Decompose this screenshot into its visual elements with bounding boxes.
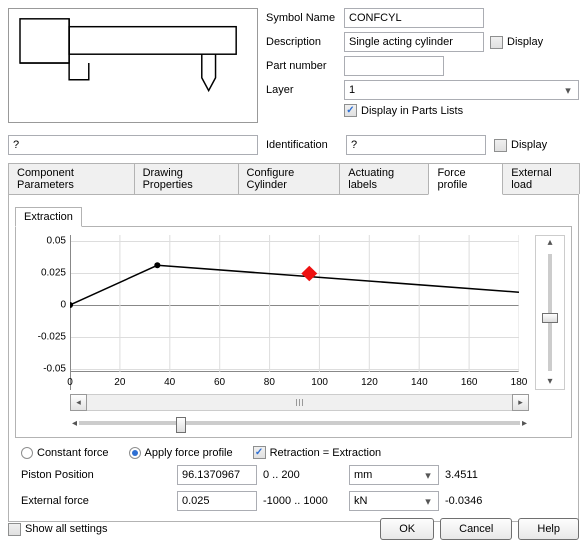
show-all-label: Show all settings — [25, 523, 108, 535]
label-identification: Identification — [266, 139, 338, 151]
constant-force-label: Constant force — [37, 447, 109, 459]
help-button[interactable]: Help — [518, 518, 579, 540]
piston-unit-select[interactable]: mm ▾ — [349, 465, 439, 485]
piston-position-range: 0 .. 200 — [263, 469, 343, 481]
scroll-right-icon[interactable]: ▸ — [512, 394, 529, 411]
ok-button[interactable]: OK — [380, 518, 434, 540]
piston-position-input[interactable] — [177, 465, 257, 485]
part-number-input[interactable] — [344, 56, 444, 76]
cancel-button[interactable]: Cancel — [440, 518, 512, 540]
label-piston-position: Piston Position — [21, 469, 171, 481]
label-description: Description — [266, 36, 338, 48]
description-input[interactable] — [344, 32, 484, 52]
scroll-track[interactable] — [87, 394, 512, 411]
symbol-preview — [8, 8, 258, 123]
label-layer: Layer — [266, 84, 338, 96]
display-parts-checkbox[interactable] — [344, 104, 357, 117]
description-display-checkbox[interactable] — [490, 36, 503, 49]
apply-profile-label: Apply force profile — [145, 447, 233, 459]
vertical-zoom-slider[interactable]: ▴ ▾ — [535, 235, 565, 390]
identification-left-input[interactable]: ? — [8, 135, 258, 155]
label-part-number: Part number — [266, 60, 338, 72]
description-display-label: Display — [507, 36, 543, 48]
symbol-name-input[interactable] — [344, 8, 484, 28]
properties-form: Symbol Name Description Display Part num… — [266, 8, 579, 123]
chevron-down-icon: ▾ — [421, 495, 435, 508]
tab-force-profile[interactable]: Force profile — [428, 163, 503, 195]
external-force-range: -1000 .. 1000 — [263, 495, 343, 507]
chevron-down-icon: ▾ — [421, 469, 435, 482]
retraction-eq-label: Retraction = Extraction — [270, 447, 382, 459]
main-tabs: Component Parameters Drawing Properties … — [8, 163, 579, 195]
tab-drawing-properties[interactable]: Drawing Properties — [134, 163, 239, 194]
horizontal-zoom-slider[interactable]: ◂ ▸ — [70, 415, 529, 431]
display-parts-label: Display in Parts Lists — [361, 105, 463, 117]
layer-select[interactable]: 1 ▾ — [344, 80, 579, 100]
arrow-right-icon[interactable]: ▸ — [520, 418, 529, 429]
label-symbol-name: Symbol Name — [266, 12, 338, 24]
tab-actuating-labels[interactable]: Actuating labels — [339, 163, 429, 194]
show-all-checkbox[interactable] — [8, 523, 21, 536]
sub-tabs: Extraction — [15, 207, 572, 227]
layer-value: 1 — [349, 84, 355, 96]
tab-external-load[interactable]: External load — [502, 163, 580, 194]
scroll-left-icon[interactable]: ◂ — [70, 394, 87, 411]
slider-thumb[interactable] — [176, 417, 186, 433]
tab-configure-cylinder[interactable]: Configure Cylinder — [238, 163, 341, 194]
force-unit-select[interactable]: kN ▾ — [349, 491, 439, 511]
external-force-input[interactable] — [177, 491, 257, 511]
identification-input[interactable] — [346, 135, 486, 155]
force-profile-chart[interactable]: 0.05 0.025 0 -0.025 -0.05 — [22, 235, 529, 390]
slider-thumb[interactable] — [542, 313, 558, 323]
tab-component-parameters[interactable]: Component Parameters — [8, 163, 135, 194]
horizontal-scrollbar[interactable]: ◂ ▸ — [70, 394, 529, 411]
constant-force-radio[interactable] — [21, 447, 33, 459]
arrow-left-icon[interactable]: ◂ — [70, 418, 79, 429]
chevron-down-icon: ▾ — [561, 84, 575, 97]
force-output: -0.0346 — [445, 495, 495, 507]
retraction-eq-checkbox[interactable] — [253, 446, 266, 459]
identification-display-label: Display — [511, 139, 547, 151]
label-external-force: External force — [21, 495, 171, 507]
arrow-down-icon[interactable]: ▾ — [545, 375, 554, 389]
tab-extraction[interactable]: Extraction — [15, 207, 82, 227]
arrow-up-icon[interactable]: ▴ — [545, 236, 554, 250]
identification-display-checkbox[interactable] — [494, 139, 507, 152]
piston-output: 3.4511 — [445, 469, 495, 481]
apply-profile-radio[interactable] — [129, 447, 141, 459]
